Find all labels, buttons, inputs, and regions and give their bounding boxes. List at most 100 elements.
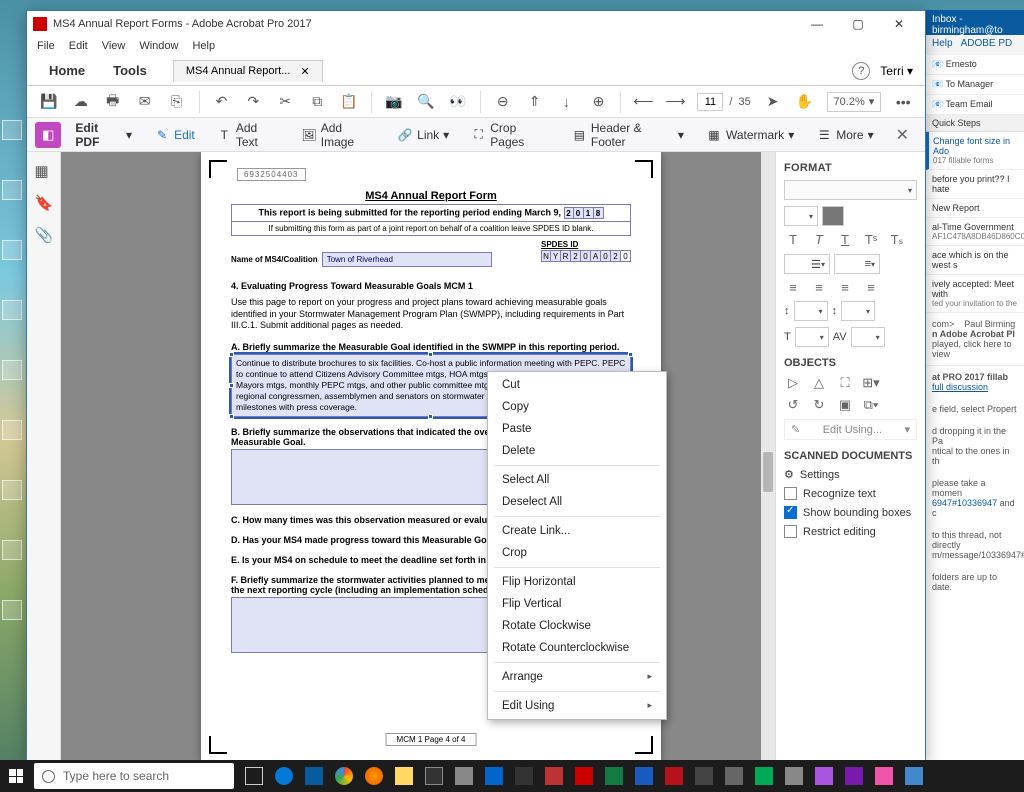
titlebar[interactable]: MS4 Annual Report Forms - Adobe Acrobat … [27, 11, 925, 36]
undo-icon[interactable]: ↶ [212, 93, 232, 111]
calculator-icon[interactable] [690, 762, 718, 790]
mail-icon[interactable] [450, 762, 478, 790]
desktop-icon[interactable] [2, 600, 22, 620]
quickstep-item[interactable]: 📧 Team Email [926, 95, 1024, 115]
desktop-icon[interactable] [2, 240, 22, 260]
excel-icon[interactable] [600, 762, 628, 790]
font-size-dropdown[interactable] [784, 206, 818, 226]
print-icon[interactable]: 🖶 [103, 93, 123, 111]
flip-v-icon[interactable]: △ [810, 375, 828, 391]
tab-home[interactable]: Home [35, 57, 99, 84]
crop-object-icon[interactable]: ⛶ [836, 375, 854, 391]
bookmark-icon[interactable]: 🔖 [35, 194, 53, 212]
user-menu[interactable]: Terri ▾ [880, 64, 917, 78]
prev-page-icon[interactable]: ↓ [557, 93, 577, 111]
add-text-button[interactable]: TAdd Text [209, 117, 288, 153]
attachment-icon[interactable]: 📎 [35, 226, 53, 244]
email-snippet[interactable]: ace which is on the west s [926, 246, 1024, 275]
underline-icon[interactable]: T [836, 232, 854, 248]
header-footer-button[interactable]: ▤Header & Footer ▾ [564, 117, 692, 153]
ctx-arrange[interactable]: Arrange [488, 666, 666, 688]
font-family-dropdown[interactable] [784, 180, 917, 200]
ctx-create-link[interactable]: Create Link... [488, 520, 666, 542]
scroll-thumb[interactable] [763, 452, 773, 492]
email-snippet[interactable]: ively accepted: Meet with ted your invit… [926, 275, 1024, 313]
align-right-icon[interactable]: ≡ [836, 280, 854, 295]
number-list-dropdown[interactable]: ≡ [834, 254, 880, 274]
flip-h-icon[interactable]: ▷ [784, 375, 802, 391]
desktop-icon[interactable] [2, 300, 22, 320]
align-object-icon[interactable]: ⊞▾ [862, 375, 880, 391]
save-icon[interactable]: 💾 [39, 93, 59, 111]
word-icon[interactable] [630, 762, 658, 790]
app-icon[interactable] [510, 762, 538, 790]
app-icon[interactable] [900, 762, 928, 790]
search-icon[interactable]: 🔍 [416, 93, 436, 111]
kerning-dropdown[interactable] [851, 327, 885, 347]
mail-icon[interactable]: ✉ [135, 93, 155, 111]
align-center-icon[interactable]: ≡ [810, 280, 828, 295]
minimize-button[interactable]: ― [797, 13, 837, 35]
ctx-paste[interactable]: Paste [488, 418, 666, 440]
email-snippet[interactable]: before you print?? I hate [926, 170, 1024, 199]
edit-using-dropdown[interactable]: ✎Edit Using...▾ [784, 419, 917, 440]
ctx-rot-cw[interactable]: Rotate Clockwise [488, 615, 666, 637]
rotate-cw-icon[interactable]: ↻ [810, 397, 828, 413]
app-icon[interactable] [750, 762, 778, 790]
menu-view[interactable]: View [102, 40, 126, 52]
binoculars-icon[interactable]: 👀 [448, 93, 468, 111]
page-input[interactable] [697, 93, 723, 111]
align-justify-icon[interactable]: ≡ [862, 280, 880, 295]
selection-handle[interactable] [229, 414, 234, 419]
regular-icon[interactable]: T [784, 232, 802, 248]
selection-handle[interactable] [229, 352, 234, 357]
edit-pdf-dropdown[interactable]: Edit PDF ▾ [67, 117, 140, 153]
ctx-select-all[interactable]: Select All [488, 469, 666, 491]
explorer-icon[interactable] [390, 762, 418, 790]
ctx-edit-using[interactable]: Edit Using [488, 695, 666, 717]
cloud-icon[interactable]: ☁ [71, 93, 91, 111]
first-page-icon[interactable]: ⇑ [525, 93, 545, 111]
full-discussion-link[interactable]: full discussion [932, 382, 988, 392]
desktop-icon[interactable] [2, 180, 22, 200]
app-icon[interactable] [540, 762, 568, 790]
ctx-copy[interactable]: Copy [488, 396, 666, 418]
zoom-level[interactable]: 70.2%▾ [827, 92, 882, 112]
restrict-editing-checkbox[interactable] [784, 525, 797, 538]
line-spacing-dropdown[interactable] [794, 301, 828, 321]
selection-handle[interactable] [428, 352, 433, 357]
ctx-rot-ccw[interactable]: Rotate Counterclockwise [488, 637, 666, 659]
menu-help[interactable]: Help [192, 40, 215, 52]
chrome-icon[interactable] [330, 762, 358, 790]
desktop-icon[interactable] [2, 480, 22, 500]
tab-close-icon[interactable]: ✕ [300, 65, 309, 78]
acrobat-icon[interactable] [570, 762, 598, 790]
store-icon[interactable] [420, 762, 448, 790]
app-icon[interactable] [810, 762, 838, 790]
italic-icon[interactable]: T [810, 232, 828, 248]
tab-tools[interactable]: Tools [99, 57, 161, 84]
spdes-block[interactable]: SPDES ID N Y R 2 0 A 0 2 0 [541, 240, 631, 262]
selection-handle[interactable] [229, 383, 234, 388]
nav-back-icon[interactable]: ⟵ [633, 93, 653, 111]
arrange-icon[interactable]: ▣ [836, 397, 854, 413]
menu-window[interactable]: Window [139, 40, 178, 52]
paste-icon[interactable]: 📋 [339, 93, 359, 111]
app-icon[interactable] [720, 762, 748, 790]
quickstep-item[interactable]: 📧 Ernesto [926, 55, 1024, 75]
superscript-icon[interactable]: Tˢ [862, 232, 880, 248]
align-left-icon[interactable]: ≡ [784, 280, 802, 295]
app-icon[interactable] [480, 762, 508, 790]
desktop-icon[interactable] [2, 360, 22, 380]
zoom-out-icon[interactable]: ⊖ [493, 93, 513, 111]
outlook-icon[interactable] [300, 762, 328, 790]
email-item[interactable]: Change font size in Ado 017 fillable for… [926, 132, 1024, 170]
nav-fwd-icon[interactable]: ⟶ [665, 93, 685, 111]
paint-icon[interactable] [870, 762, 898, 790]
desktop-icon[interactable] [2, 120, 22, 140]
menu-file[interactable]: File [37, 40, 55, 52]
onenote-icon[interactable] [840, 762, 868, 790]
close-button[interactable]: ✕ [879, 13, 919, 35]
desktop-icon[interactable] [2, 420, 22, 440]
redo-icon[interactable]: ↷ [243, 93, 263, 111]
